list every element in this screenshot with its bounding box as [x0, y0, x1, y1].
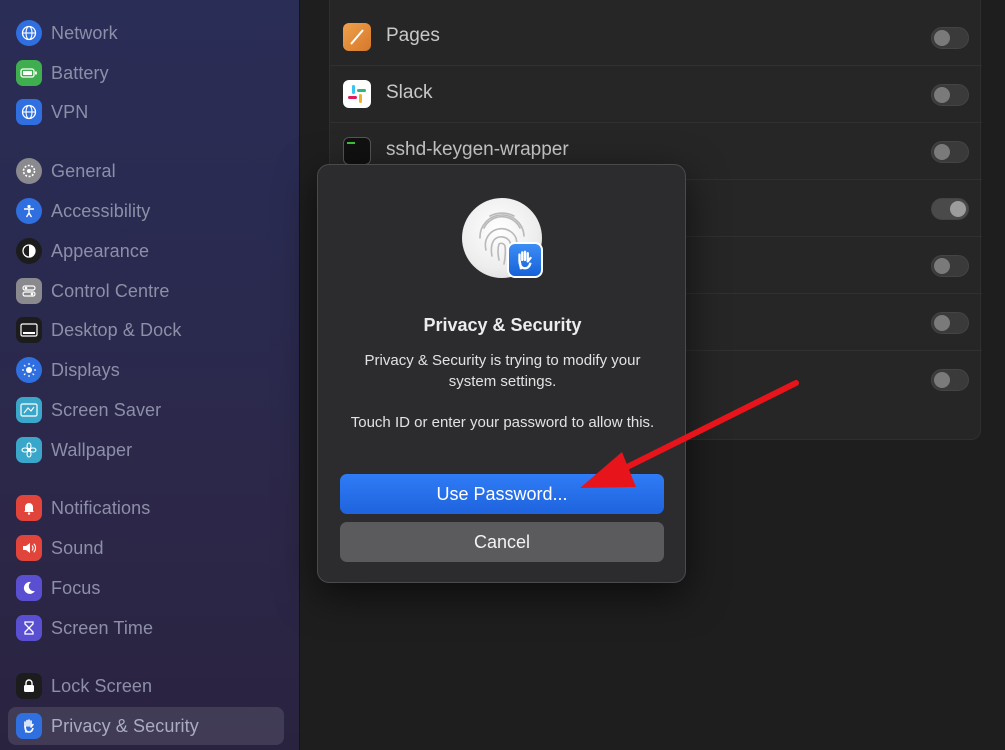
touch-id-graphic: [462, 198, 544, 280]
sidebar-item-displays[interactable]: Displays: [8, 351, 284, 389]
dialog-instruction: Touch ID or enter your password to allow…: [350, 414, 655, 431]
sidebar-item-appearance[interactable]: Appearance: [8, 232, 284, 270]
app-permission-toggle[interactable]: [931, 369, 969, 391]
screen-saver-icon: [16, 397, 42, 423]
accessibility-icon: [16, 198, 42, 224]
globe-icon: [16, 20, 42, 46]
app-permission-toggle[interactable]: [931, 27, 969, 49]
sidebar-item-notifications[interactable]: Notifications: [8, 489, 284, 527]
terminal-icon: [343, 137, 371, 165]
sidebar-item-label: General: [51, 161, 116, 181]
sidebar-item-label: Displays: [51, 360, 120, 380]
hand-icon: [507, 242, 543, 278]
app-permission-toggle[interactable]: [931, 198, 969, 220]
sidebar-item-label: Desktop & Dock: [51, 320, 182, 340]
sidebar-item-label: VPN: [51, 102, 89, 122]
list-item: Slack: [330, 66, 982, 123]
pages-icon: [343, 23, 371, 51]
app-permission-toggle[interactable]: [931, 255, 969, 277]
speaker-icon: [16, 535, 42, 561]
auth-dialog: Privacy & Security Privacy & Security is…: [317, 164, 686, 583]
sidebar-item-label: Screen Time: [51, 618, 154, 638]
gear-icon: [16, 158, 42, 184]
bell-icon: [16, 495, 42, 521]
toggle-knob: [950, 201, 966, 217]
sidebar-item-label: Control Centre: [51, 281, 170, 301]
hand-icon: [16, 713, 42, 739]
sidebar-item-label: Privacy & Security: [51, 716, 199, 736]
sidebar-item-label: Appearance: [51, 241, 150, 261]
sidebar-item-label: Wallpaper: [51, 440, 133, 460]
app-name: sshd-keygen-wrapper: [386, 139, 569, 160]
moon-icon: [16, 575, 42, 601]
app-permission-toggle[interactable]: [931, 141, 969, 163]
use-password-button[interactable]: Use Password...: [340, 474, 664, 514]
toggle-knob: [934, 372, 950, 388]
hourglass-icon: [16, 615, 42, 641]
sidebar-item-battery[interactable]: Battery: [8, 54, 284, 92]
vpn-globe-icon: [16, 99, 42, 125]
sidebar-item-wallpaper[interactable]: Wallpaper: [8, 431, 284, 469]
sun-icon: [16, 357, 42, 383]
sidebar-item-lock-screen[interactable]: Lock Screen: [8, 667, 284, 705]
wallpaper-icon: [16, 437, 42, 463]
sidebar-item-label: Screen Saver: [51, 400, 162, 420]
app-permission-toggle[interactable]: [931, 84, 969, 106]
sidebar-item-label: Battery: [51, 63, 109, 83]
slack-icon: [343, 80, 371, 108]
toggle-knob: [934, 87, 950, 103]
appearance-icon: [16, 238, 42, 264]
sidebar-item-screen-saver[interactable]: Screen Saver: [8, 391, 284, 429]
control-centre-icon: [16, 278, 42, 304]
dock-icon: [16, 317, 42, 343]
dialog-title: Privacy & Security: [423, 315, 582, 335]
sidebar-item-label: Focus: [51, 578, 101, 598]
sidebar-item-privacy-security[interactable]: Privacy & Security: [8, 707, 284, 745]
sidebar-item-vpn[interactable]: VPN: [8, 93, 284, 131]
sidebar-item-control-centre[interactable]: Control Centre: [8, 272, 284, 310]
toggle-knob: [934, 258, 950, 274]
app-permission-toggle[interactable]: [931, 312, 969, 334]
list-item: Pages: [330, 9, 982, 66]
sidebar-item-general[interactable]: General: [8, 152, 284, 190]
dialog-message: Privacy & Security is trying to modify y…: [364, 352, 641, 390]
sidebar-item-label: Sound: [51, 538, 104, 558]
sidebar-item-sound[interactable]: Sound: [8, 529, 284, 567]
toggle-knob: [934, 144, 950, 160]
cancel-button[interactable]: Cancel: [340, 522, 664, 562]
sidebar-item-desktop-dock[interactable]: Desktop & Dock: [8, 311, 284, 349]
sidebar-item-label: Accessibility: [51, 201, 151, 221]
sidebar-item-label: Lock Screen: [51, 676, 153, 696]
sidebar-item-label: Network: [51, 23, 118, 43]
sidebar-item-label: Notifications: [51, 498, 151, 518]
sidebar: Network Battery VPN General Accessibilit…: [0, 0, 300, 750]
lock-icon: [16, 673, 42, 699]
toggle-knob: [934, 30, 950, 46]
battery-icon: [16, 60, 42, 86]
sidebar-item-accessibility[interactable]: Accessibility: [8, 192, 284, 230]
sidebar-item-focus[interactable]: Focus: [8, 569, 284, 607]
sidebar-item-network[interactable]: Network: [8, 14, 284, 52]
app-name: Slack: [386, 82, 433, 103]
app-name: Pages: [386, 25, 440, 46]
sidebar-item-screen-time[interactable]: Screen Time: [8, 609, 284, 647]
toggle-knob: [934, 315, 950, 331]
